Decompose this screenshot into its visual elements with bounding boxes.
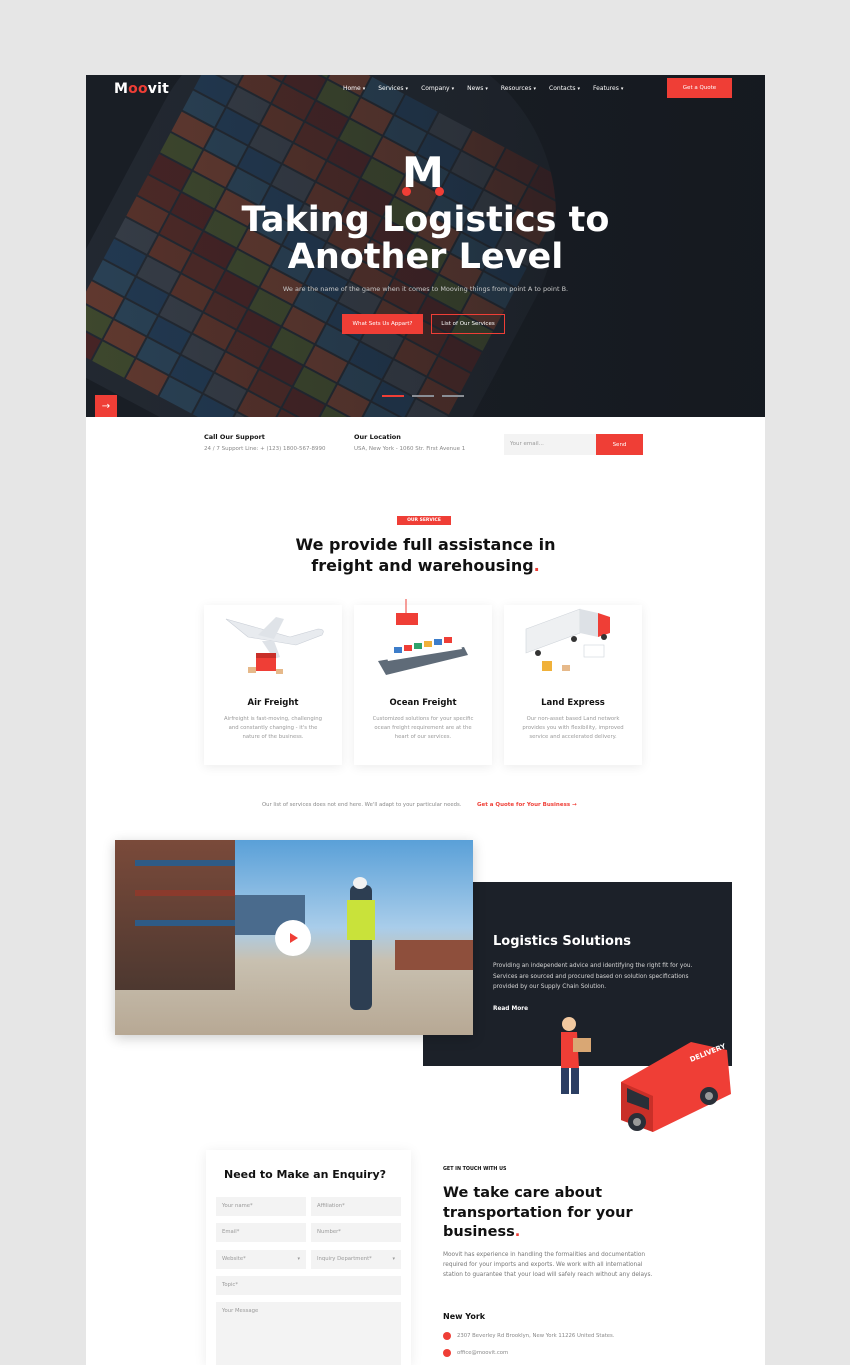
play-video-button[interactable]: [275, 920, 311, 956]
card-title: Ocean Freight: [389, 698, 457, 708]
newsletter-email-input[interactable]: Your email...: [504, 434, 596, 455]
card-text: Our non-asset based Land network provide…: [522, 716, 624, 740]
card-title: Land Express: [541, 698, 605, 708]
department-select[interactable]: Inquiry Department* ▾: [311, 1250, 401, 1269]
location-pin-icon: [443, 1332, 451, 1340]
logistics-title: Logistics Solutions: [493, 934, 631, 949]
support-info: Call Our Support 24 / 7 Support Line: + …: [204, 433, 326, 452]
brand-mark: M: [402, 148, 444, 197]
mail-icon: [443, 1349, 451, 1357]
chevron-down-icon: ▾: [392, 1256, 395, 1262]
services-note: Our list of services does not end here. …: [262, 802, 462, 808]
service-card-land[interactable]: Land Express Our non-asset based Land ne…: [504, 605, 642, 765]
card-title: Air Freight: [247, 698, 299, 708]
delivery-van-illustration: DELIVERY: [561, 1017, 731, 1132]
slide-dot[interactable]: [382, 395, 404, 397]
slide-dot[interactable]: [412, 395, 434, 397]
nav-item-contacts[interactable]: Contacts ▾: [549, 85, 580, 92]
nav-item-features[interactable]: Features ▾: [593, 85, 623, 92]
email-field[interactable]: Email*: [216, 1223, 306, 1242]
main-nav: Home ▾ Services ▾ Company ▾ News ▾ Resources…: [343, 85, 623, 92]
location-info: Our Location USA, New York - 1060 Str. F…: [354, 433, 466, 452]
service-card-air[interactable]: Air Freight Airfreight is fast-moving, c…: [204, 605, 342, 765]
next-arrow-icon[interactable]: →: [95, 395, 117, 417]
affiliation-field[interactable]: Affiliation*: [311, 1197, 401, 1216]
list-of-services-button[interactable]: List of Our Services: [431, 314, 505, 334]
city-name: New York: [443, 1312, 486, 1321]
worker-port-photo: [115, 840, 473, 1035]
airplane-illustration: [225, 617, 324, 674]
service-card-ocean[interactable]: Ocean Freight Customized solutions for y…: [354, 599, 492, 765]
number-field[interactable]: Number*: [311, 1223, 401, 1242]
name-field[interactable]: Your name*: [216, 1197, 306, 1216]
page-frame: Moovit Home ▾ Services ▾ Company ▾ News ▾ Re…: [86, 75, 765, 1365]
logo[interactable]: Moovit: [114, 81, 169, 97]
contact-text: Moovit has experience in handling the fo…: [443, 1252, 653, 1278]
logistics-text: Providing an independent advice and iden…: [493, 963, 693, 990]
chevron-down-icon: ▾: [297, 1256, 300, 1262]
address-line: 2307 Beverley Rd Brooklyn, New York 1122…: [443, 1332, 615, 1340]
section-tag: OUR SERVICE: [397, 516, 451, 525]
get-quote-button[interactable]: Get a Quote: [667, 78, 732, 98]
website-select[interactable]: Website* ▾: [216, 1250, 306, 1269]
card-text: Customized solutions for your specific o…: [372, 716, 474, 740]
card-text: Airfreight is fast-moving, challenging a…: [224, 716, 322, 740]
nav-item-resources[interactable]: Resources ▾: [501, 85, 536, 92]
contact-title: We take care about transportation for you…: [443, 1185, 633, 1240]
truck-illustration: [525, 608, 610, 671]
hero-subtitle: We are the name of the game when it come…: [282, 285, 569, 293]
hero-title: Taking Logistics to Another Level: [241, 200, 610, 277]
ship-illustration: [378, 599, 468, 675]
services-title: We provide full assistance in freight and…: [295, 535, 556, 575]
what-sets-us-apart-button[interactable]: What Sets Us Appart?: [342, 314, 423, 334]
enquiry-title: Need to Make an Enquiry?: [224, 1168, 387, 1181]
hero-section: Moovit Home ▾ Services ▾ Company ▾ News ▾ Re…: [86, 75, 765, 417]
enquiry-form: Need to Make an Enquiry? Your name* Affi…: [206, 1150, 411, 1365]
topic-field[interactable]: Topic*: [216, 1276, 401, 1295]
message-field[interactable]: Your Message: [216, 1302, 401, 1365]
slide-dot[interactable]: [442, 395, 464, 397]
slider-dots: [382, 395, 464, 397]
nav-item-services[interactable]: Services ▾: [378, 85, 408, 92]
read-more-link[interactable]: Read More: [493, 1006, 528, 1012]
nav-item-home[interactable]: Home ▾: [343, 85, 365, 92]
nav-item-news[interactable]: News ▾: [467, 85, 488, 92]
play-icon: [290, 933, 298, 943]
nav-item-company[interactable]: Company ▾: [421, 85, 454, 92]
send-button[interactable]: Send: [596, 434, 643, 455]
quote-for-business-link[interactable]: Get a Quote for Your Business →: [477, 802, 577, 808]
contact-tag: GET IN TOUCH WITH US: [443, 1167, 507, 1172]
email-line[interactable]: office@moovit.com: [443, 1349, 508, 1357]
